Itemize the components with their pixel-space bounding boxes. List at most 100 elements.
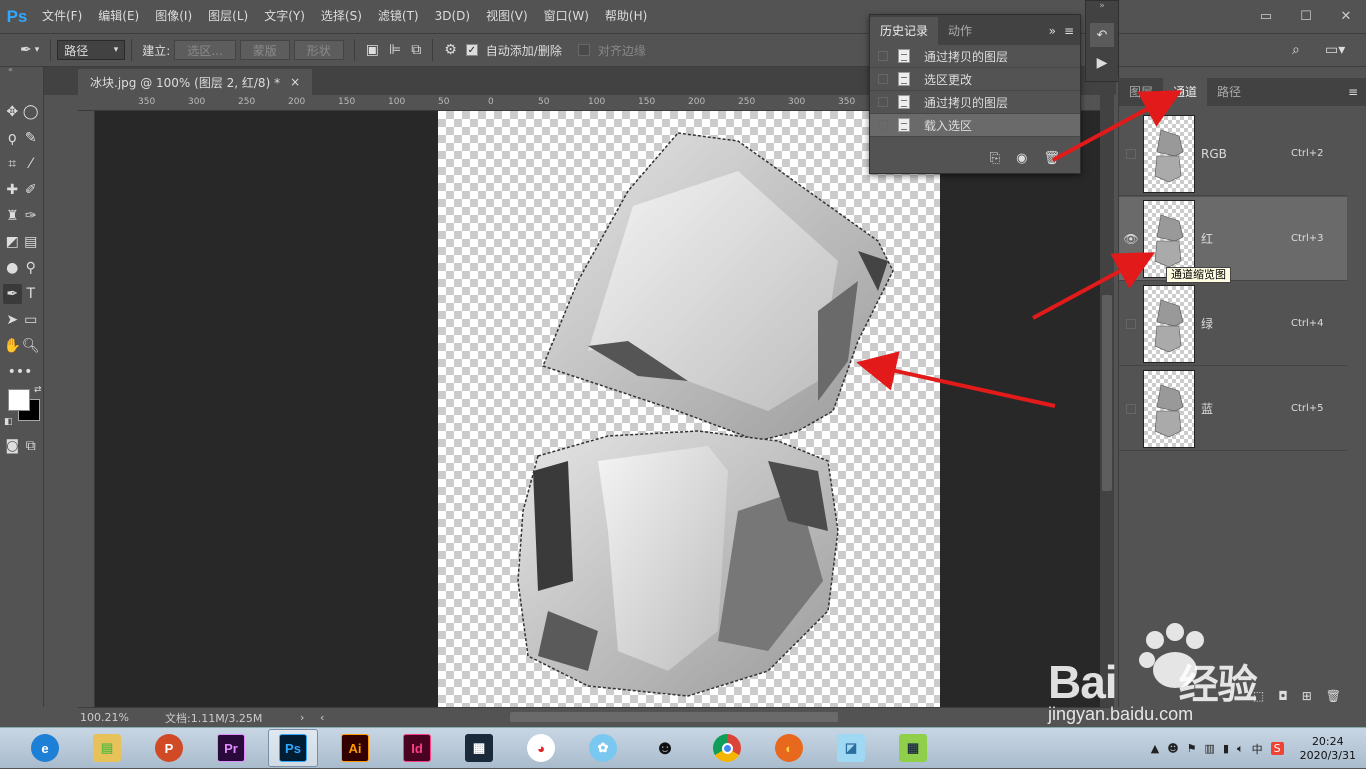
history-state-checkbox[interactable] (878, 120, 888, 130)
ime-indicator[interactable]: 中 (1252, 741, 1263, 757)
make-shape-button[interactable]: 形状 (293, 40, 344, 60)
history-item[interactable]: 通过拷贝的图层 (870, 45, 1080, 68)
swap-colors-icon[interactable]: ⇄ (34, 385, 42, 395)
chrome-icon[interactable] (702, 729, 752, 767)
panel-menu-icon[interactable]: ≡ (1348, 78, 1366, 106)
tab-channels[interactable]: 通道 (1163, 78, 1208, 106)
move-tool-icon[interactable]: ✥ (3, 102, 22, 122)
channel-row[interactable]: 👁︎ 红 Ctrl+3 (1119, 197, 1347, 281)
menu-help[interactable]: 帮助(H) (597, 0, 655, 33)
panel-menu-icon[interactable]: ≡ (1064, 17, 1074, 45)
search-icon[interactable]: ⌕ (1292, 42, 1300, 58)
menu-window[interactable]: 窗口(W) (536, 0, 597, 33)
visibility-toggle[interactable] (1126, 148, 1136, 159)
document-tab[interactable]: 冰块.jpg @ 100% (图层 2, 红/8) * × (78, 69, 313, 95)
path-operations-icon[interactable]: ▣ (366, 42, 379, 58)
menu-layer[interactable]: 图层(L) (200, 0, 256, 33)
tab-layers[interactable]: 图层 (1119, 78, 1163, 106)
channel-row[interactable]: RGB Ctrl+2 (1119, 112, 1347, 196)
menu-edit[interactable]: 编辑(E) (90, 0, 147, 33)
screen-mode-icon[interactable]: ⧉ (22, 436, 41, 456)
channel-thumbnail[interactable] (1143, 369, 1195, 448)
power-icon[interactable]: ▮ (1223, 742, 1229, 755)
hand-tool-icon[interactable]: ✋ (3, 336, 22, 356)
eraser-tool-icon[interactable]: ◩ (3, 232, 22, 252)
auto-add-delete-checkbox[interactable]: ✓ (465, 44, 478, 56)
notes-icon[interactable]: ◪ (826, 729, 876, 767)
menu-3d[interactable]: 3D(D) (427, 0, 478, 33)
show-hidden-icons[interactable]: ▲ (1151, 742, 1159, 755)
load-selection-icon[interactable]: ⬚ (1253, 689, 1264, 703)
scrollbar-thumb[interactable] (1102, 295, 1112, 491)
tab-actions[interactable]: 动作 (938, 17, 982, 45)
gradient-tool-icon[interactable]: ▤ (22, 232, 41, 252)
pen-tool-icon[interactable]: ✒ (3, 284, 22, 304)
brush-tool-icon[interactable]: ✐ (22, 180, 41, 200)
indesign-icon[interactable]: Id (392, 729, 442, 767)
maximize-button[interactable]: ☐ (1286, 0, 1326, 33)
volume-icon[interactable]: 🔈︎ (1237, 742, 1244, 756)
healing-brush-tool-icon[interactable]: ✚ (3, 180, 22, 200)
canvas-area[interactable] (95, 111, 1100, 707)
eye-icon[interactable]: 👁︎ (1123, 232, 1138, 246)
clone-stamp-tool-icon[interactable]: ♜ (3, 206, 22, 226)
new-document-from-state-icon[interactable]: ⎘ (990, 151, 1000, 166)
play-icon[interactable]: ▶ (1090, 51, 1114, 75)
trash-icon[interactable]: 🗑︎ (1326, 689, 1341, 703)
chat-bird-icon[interactable]: ✿ (578, 729, 628, 767)
zoom-tool-icon[interactable]: 🔍︎ (22, 336, 41, 356)
expand-panel-icon[interactable]: » (1049, 17, 1056, 45)
flag-icon[interactable]: ⚑ (1187, 742, 1197, 755)
rectangle-tool-icon[interactable]: ▭ (22, 310, 41, 330)
history-state-checkbox[interactable] (878, 51, 888, 61)
minimize-button[interactable]: ▭ (1246, 0, 1286, 33)
menu-type[interactable]: 文字(Y) (256, 0, 313, 33)
workspace-icon[interactable]: ▭▾ (1325, 42, 1345, 58)
photoshop-icon[interactable]: Ps (268, 729, 318, 767)
channel-row[interactable]: 绿 Ctrl+4 (1119, 282, 1347, 366)
new-channel-icon[interactable]: ⊞ (1302, 689, 1312, 703)
close-tab-icon[interactable]: × (290, 75, 300, 89)
tab-paths[interactable]: 路径 (1207, 78, 1251, 106)
save-selection-icon[interactable]: ◘ (1278, 689, 1288, 703)
history-state-checkbox[interactable] (878, 74, 888, 84)
qq-icon[interactable]: ☻ (640, 729, 690, 767)
document-canvas[interactable] (438, 111, 940, 707)
channel-thumbnail[interactable] (1143, 199, 1195, 278)
illustrator-icon[interactable]: Ai (330, 729, 380, 767)
pen-mode-select[interactable]: 路径 ▾ (57, 40, 126, 60)
gear-icon[interactable]: ⚙ (444, 42, 457, 58)
menu-view[interactable]: 视图(V) (478, 0, 536, 33)
align-edges-checkbox[interactable] (577, 44, 590, 56)
powerpoint-icon[interactable]: P (144, 729, 194, 767)
premiere-icon[interactable]: Pr (206, 729, 256, 767)
make-selection-button[interactable]: 选区... (174, 40, 236, 60)
ie-icon[interactable]: e (20, 729, 70, 767)
visibility-toggle[interactable] (1126, 318, 1136, 329)
network-icon[interactable]: ▥ (1205, 742, 1215, 755)
history-item[interactable]: 选区更改 (870, 68, 1080, 91)
path-arrangement-icon[interactable]: ⧉ (411, 42, 421, 58)
media-player-icon[interactable]: ◕ (516, 729, 566, 767)
trash-icon[interactable]: 🗑︎ (1043, 151, 1060, 166)
eyedropper-tool-icon[interactable]: ⁄ (22, 154, 41, 174)
firefox-icon[interactable]: ◐ (764, 729, 814, 767)
vertical-scrollbar[interactable] (1100, 95, 1114, 707)
default-colors-icon[interactable]: ◧ (4, 417, 13, 427)
history-item[interactable]: 载入选区 (870, 114, 1080, 137)
foreground-color-swatch[interactable] (8, 389, 30, 411)
crop-tool-icon[interactable]: ⌗ (3, 154, 22, 174)
quick-mask-icon[interactable]: ◙ (3, 436, 22, 456)
zoom-level[interactable]: 100.21% (80, 711, 165, 724)
chevron-down-icon[interactable]: ▾ (35, 45, 40, 55)
dodge-tool-icon[interactable]: ⚲ (22, 258, 41, 278)
menu-file[interactable]: 文件(F) (34, 0, 90, 33)
notepad-icon[interactable]: ▦ (888, 729, 938, 767)
channel-thumbnail[interactable] (1143, 284, 1195, 363)
path-alignment-icon[interactable]: ⊫ (389, 42, 401, 58)
history-item[interactable]: 通过拷贝的图层 (870, 91, 1080, 114)
history-brush-tool-icon[interactable]: ✑ (22, 206, 41, 226)
expand-dock-icon[interactable]: » (1086, 1, 1118, 15)
path-select-tool-icon[interactable]: ➤ (3, 310, 22, 330)
menu-image[interactable]: 图像(I) (147, 0, 200, 33)
